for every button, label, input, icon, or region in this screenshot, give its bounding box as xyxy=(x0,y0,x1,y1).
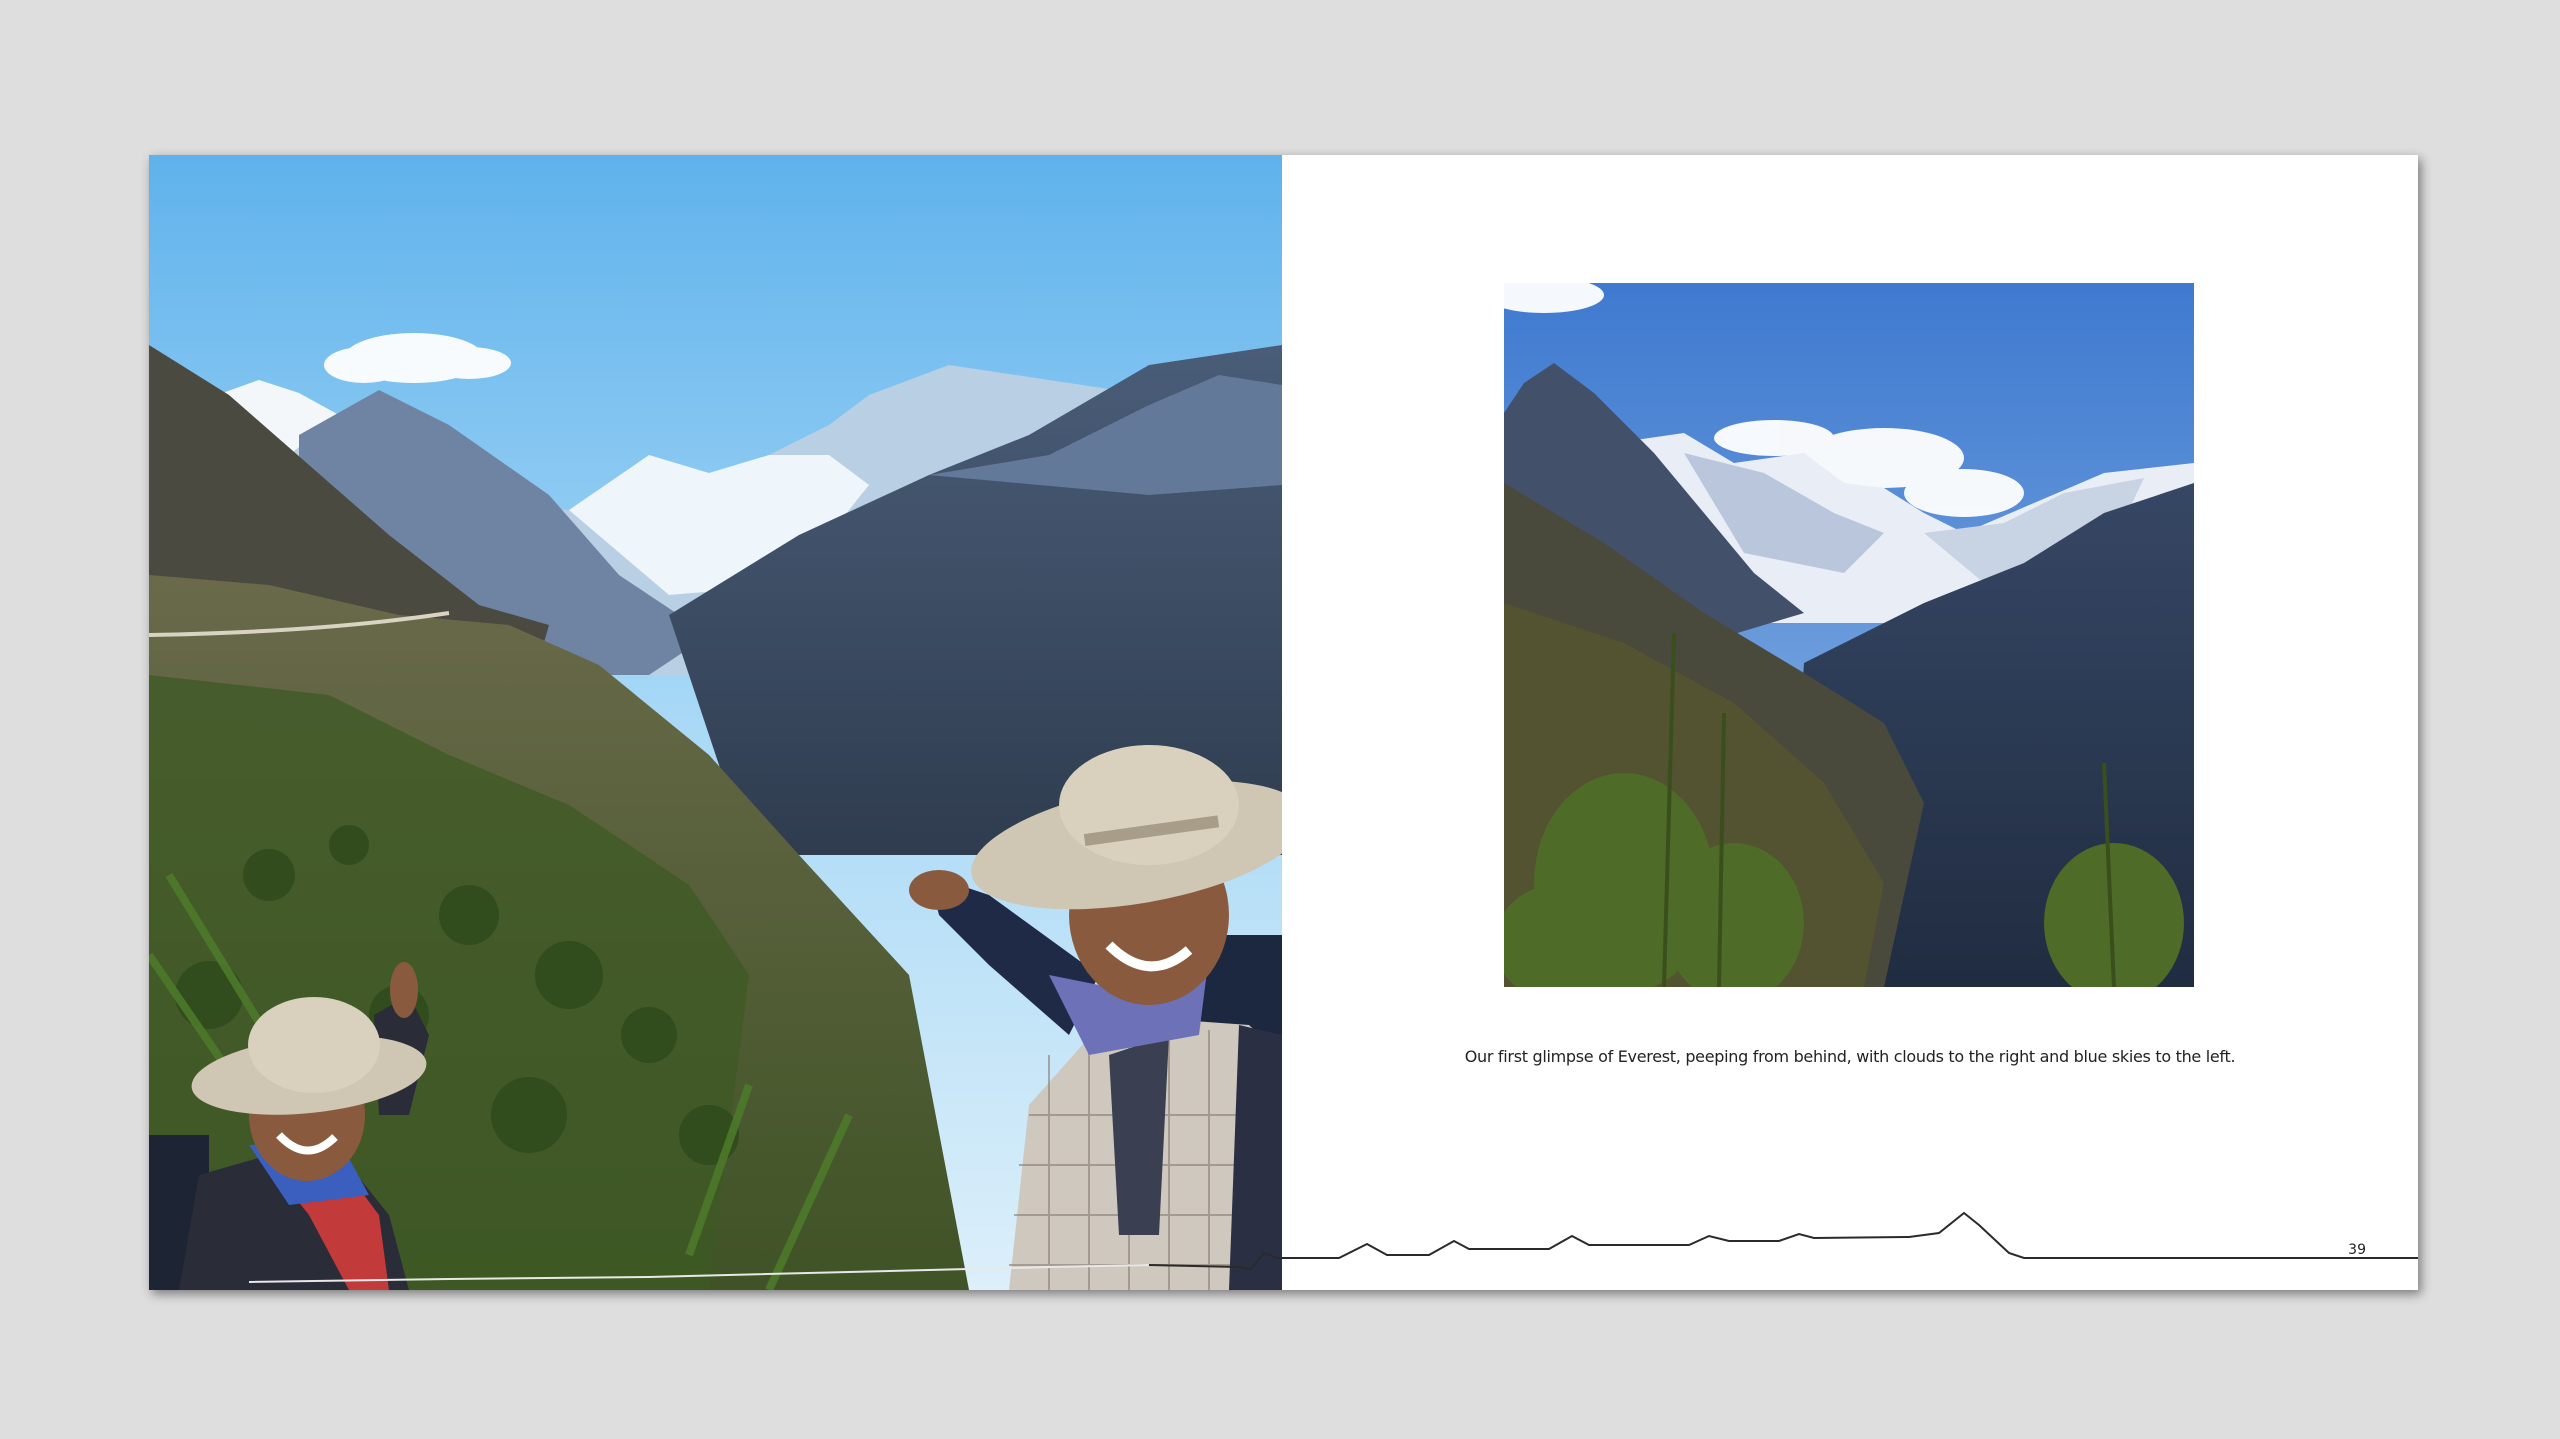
page-number: 39 xyxy=(2348,1242,2366,1258)
trekkers-photo xyxy=(149,155,1282,1290)
left-page xyxy=(149,155,1282,1290)
book-spread: Our first glimpse of Everest, peeping fr… xyxy=(149,155,2418,1290)
everest-photo xyxy=(1504,283,2194,987)
right-page: Our first glimpse of Everest, peeping fr… xyxy=(1282,155,2418,1290)
photo-caption: Our first glimpse of Everest, peeping fr… xyxy=(1464,1047,2236,1066)
